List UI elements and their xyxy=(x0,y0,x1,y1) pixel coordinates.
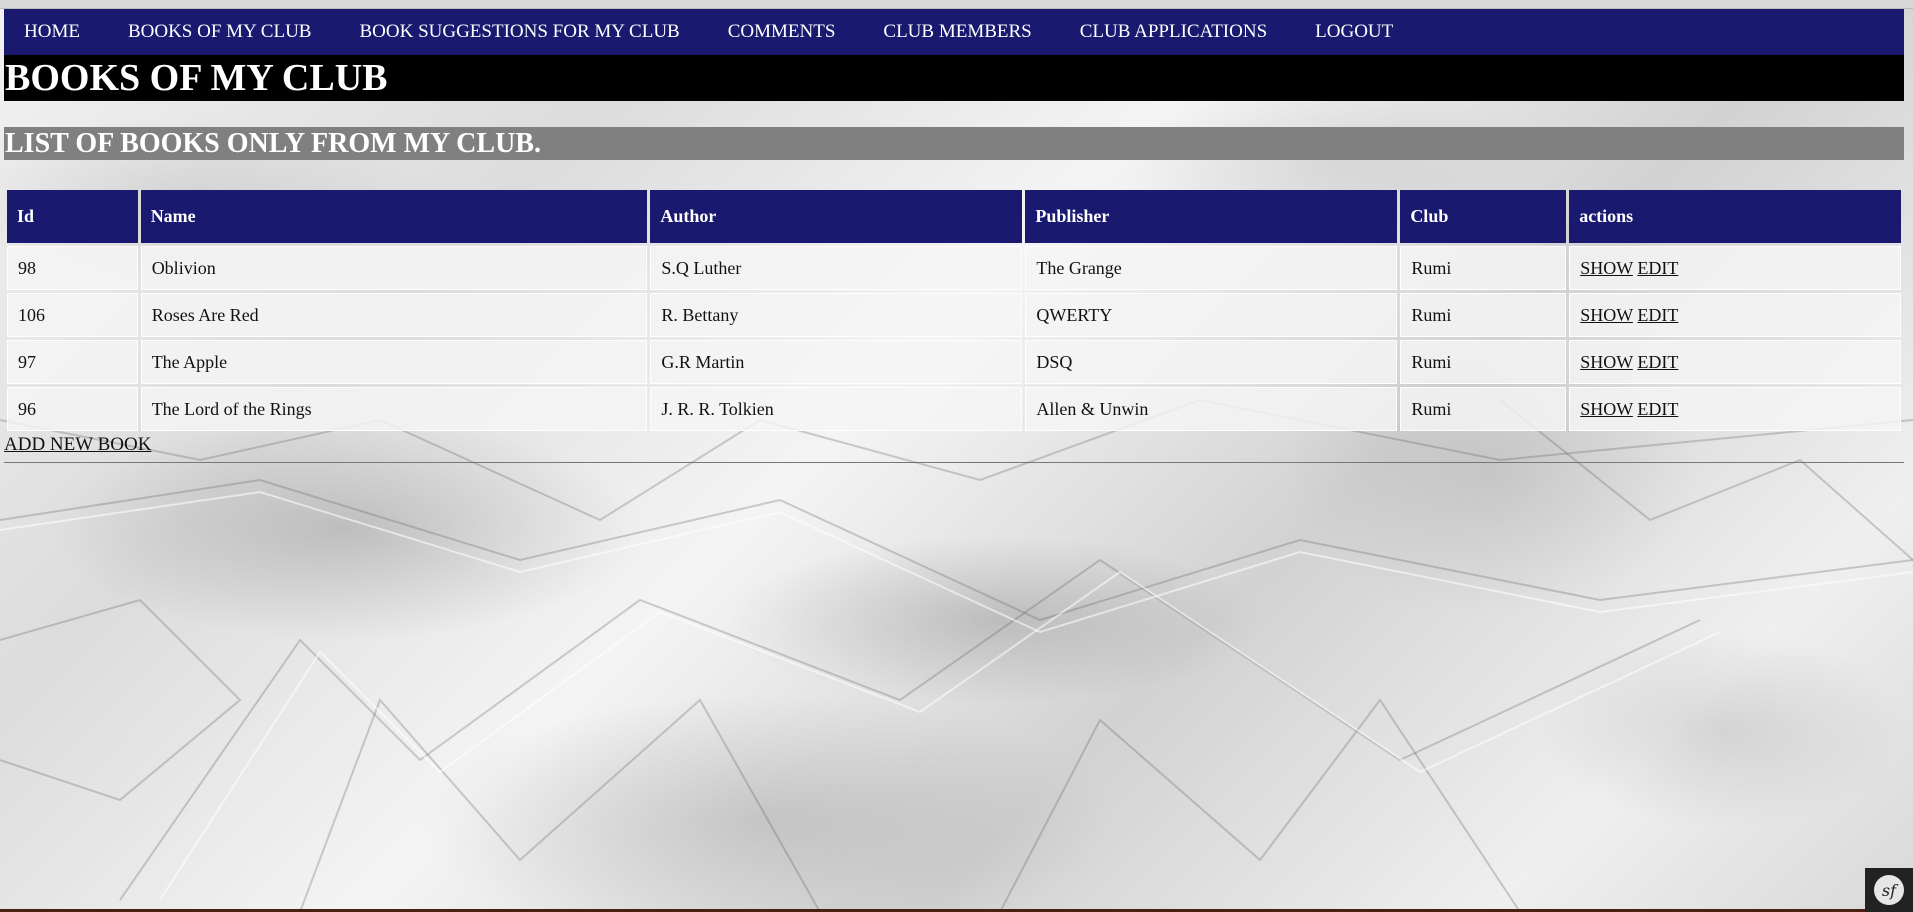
cell-id: 98 xyxy=(7,246,138,290)
column-header-actions: actions xyxy=(1569,190,1901,243)
nav-books-of-my-club-link[interactable]: BOOKS OF MY CLUB xyxy=(128,21,312,43)
edit-link[interactable]: EDIT xyxy=(1637,305,1678,325)
cell-name: Oblivion xyxy=(140,246,648,290)
cell-id: 106 xyxy=(7,293,138,337)
table-row: 96 The Lord of the Rings J. R. R. Tolkie… xyxy=(7,387,1901,431)
cell-id: 97 xyxy=(7,340,138,384)
cell-publisher: Allen & Unwin xyxy=(1025,387,1398,431)
edit-link[interactable]: EDIT xyxy=(1637,258,1678,278)
symfony-logo-icon: sf xyxy=(1874,875,1904,905)
show-link[interactable]: SHOW xyxy=(1580,352,1633,372)
cell-club: Rumi xyxy=(1400,246,1567,290)
cell-actions: SHOW EDIT xyxy=(1569,246,1901,290)
column-header-club: Club xyxy=(1400,190,1567,243)
show-link[interactable]: SHOW xyxy=(1580,399,1633,419)
cell-name: The Apple xyxy=(140,340,648,384)
cell-publisher: The Grange xyxy=(1025,246,1398,290)
column-header-author: Author xyxy=(650,190,1023,243)
page-title: BOOKS OF MY CLUB xyxy=(4,55,1904,101)
nav-book-suggestions-link[interactable]: BOOK SUGGESTIONS FOR MY CLUB xyxy=(359,21,679,43)
nav-comments-link[interactable]: COMMENTS xyxy=(728,21,836,43)
cell-name: The Lord of the Rings xyxy=(140,387,648,431)
cell-author: R. Bettany xyxy=(650,293,1023,337)
horizontal-divider xyxy=(4,462,1904,463)
cell-club: Rumi xyxy=(1400,340,1567,384)
nav-club-applications-link[interactable]: CLUB APPLICATIONS xyxy=(1080,21,1267,43)
show-link[interactable]: SHOW xyxy=(1580,305,1633,325)
browser-top-edge xyxy=(0,0,1913,9)
cell-author: S.Q Luther xyxy=(650,246,1023,290)
column-header-id: Id xyxy=(7,190,138,243)
page-root: HOME BOOKS OF MY CLUB BOOK SUGGESTIONS F… xyxy=(0,0,1913,463)
column-header-publisher: Publisher xyxy=(1025,190,1398,243)
add-new-book-link[interactable]: ADD NEW BOOK xyxy=(4,434,151,456)
table-row: 97 The Apple G.R Martin DSQ Rumi SHOW ED… xyxy=(7,340,1901,384)
cell-publisher: DSQ xyxy=(1025,340,1398,384)
nav-logout-link[interactable]: LOGOUT xyxy=(1315,21,1393,43)
cell-author: G.R Martin xyxy=(650,340,1023,384)
symfony-debug-toolbar-button[interactable]: sf xyxy=(1865,868,1913,912)
table-header-row: Id Name Author Publisher Club actions xyxy=(7,190,1901,243)
cell-actions: SHOW EDIT xyxy=(1569,340,1901,384)
nav-club-members-link[interactable]: CLUB MEMBERS xyxy=(883,21,1031,43)
main-navigation: HOME BOOKS OF MY CLUB BOOK SUGGESTIONS F… xyxy=(4,9,1904,55)
nav-home-link[interactable]: HOME xyxy=(24,21,80,43)
cell-name: Roses Are Red xyxy=(140,293,648,337)
books-table: Id Name Author Publisher Club actions 98… xyxy=(4,187,1904,434)
page-subtitle: LIST OF BOOKS ONLY FROM MY CLUB. xyxy=(4,127,1904,160)
cell-author: J. R. R. Tolkien xyxy=(650,387,1023,431)
edit-link[interactable]: EDIT xyxy=(1637,352,1678,372)
cell-id: 96 xyxy=(7,387,138,431)
table-row: 98 Oblivion S.Q Luther The Grange Rumi S… xyxy=(7,246,1901,290)
show-link[interactable]: SHOW xyxy=(1580,258,1633,278)
cell-club: Rumi xyxy=(1400,293,1567,337)
table-row: 106 Roses Are Red R. Bettany QWERTY Rumi… xyxy=(7,293,1901,337)
column-header-name: Name xyxy=(140,190,648,243)
edit-link[interactable]: EDIT xyxy=(1637,399,1678,419)
cell-publisher: QWERTY xyxy=(1025,293,1398,337)
cell-actions: SHOW EDIT xyxy=(1569,387,1901,431)
cell-actions: SHOW EDIT xyxy=(1569,293,1901,337)
cell-club: Rumi xyxy=(1400,387,1567,431)
